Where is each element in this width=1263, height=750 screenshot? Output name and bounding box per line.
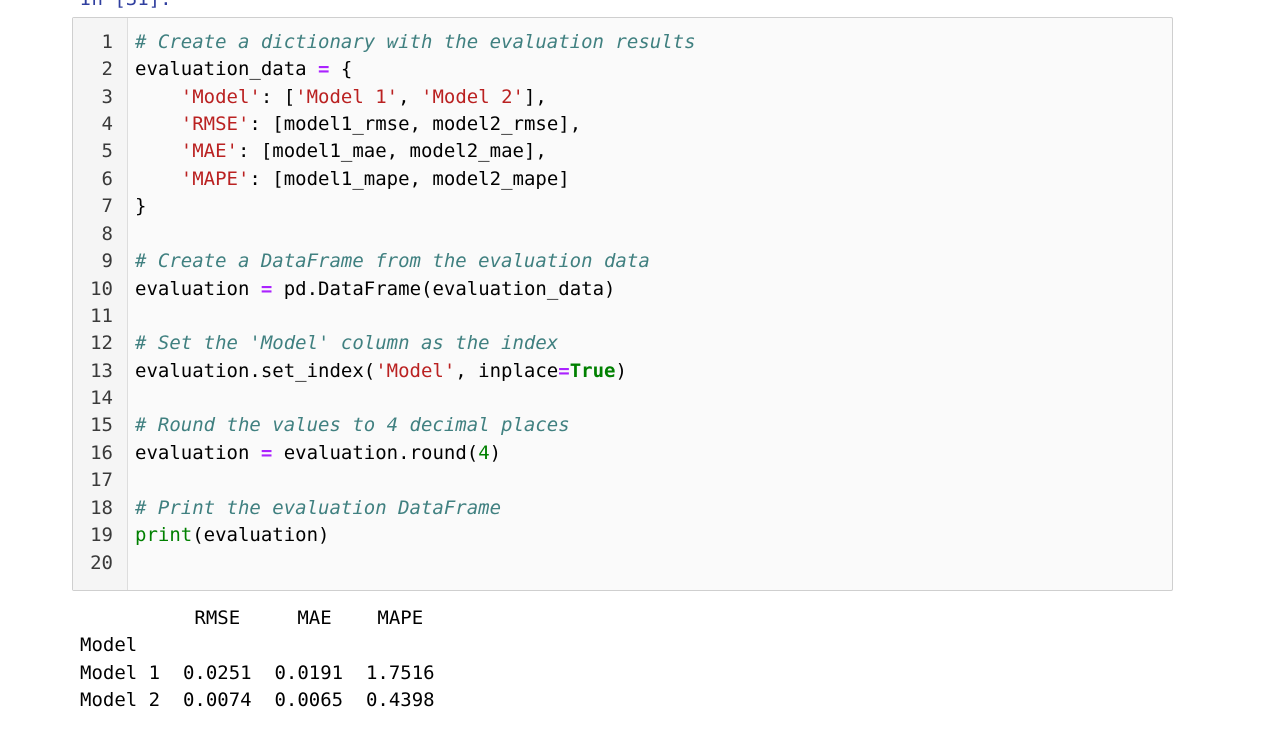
cell-prompt: In [31]: [80, 0, 172, 11]
code-text: evaluation.round( [272, 442, 479, 464]
code-string: 'Model 2' [421, 86, 524, 108]
code-string: 'MAPE' [180, 168, 250, 190]
code-text: : [model1_mae, model2_mae], [237, 140, 547, 162]
line-number: 5 [101, 140, 113, 162]
code-text: pd.DataFrame(evaluation_data) [272, 278, 616, 300]
code-comment: # Round the values to 4 decimal places [135, 414, 570, 436]
line-number: 13 [90, 360, 113, 382]
line-number: 18 [90, 497, 113, 519]
code-text: (evaluation) [192, 524, 330, 546]
code-text: : [model1_mape, model2_mape] [249, 168, 570, 190]
code-text: ) [489, 442, 502, 464]
line-number: 15 [90, 414, 113, 436]
line-number: 6 [101, 168, 113, 190]
code-line: } [135, 193, 146, 220]
code-string: 'RMSE' [180, 113, 250, 135]
output-row: Model 1 0.0251 0.0191 1.7516 [80, 662, 435, 684]
code-text: evaluation.set_index( [135, 360, 376, 382]
code-line: evaluation_data = { [135, 56, 352, 83]
line-number-gutter: 1 2 3 4 5 6 7 8 9 10 11 12 13 14 15 16 1… [73, 18, 128, 590]
line-number: 2 [101, 58, 113, 80]
code-line: evaluation.set_index('Model', inplace=Tr… [135, 358, 627, 385]
output-row: Model 2 0.0074 0.0065 0.4398 [80, 689, 435, 711]
code-line: 'Model': ['Model 1', 'Model 2'], [135, 84, 547, 111]
code-line: # Print the evaluation DataFrame [135, 495, 501, 522]
code-text: } [135, 195, 147, 217]
code-text: , [398, 86, 422, 108]
code-line: 'RMSE': [model1_rmse, model2_rmse], [135, 111, 581, 138]
line-number: 9 [101, 250, 113, 272]
line-number: 11 [90, 305, 113, 327]
code-line: evaluation = pd.DataFrame(evaluation_dat… [135, 276, 615, 303]
code-text: : [model1_rmse, model2_rmse], [249, 113, 582, 135]
line-number: 1 [101, 31, 113, 53]
line-number: 17 [90, 469, 113, 491]
line-number: 10 [90, 278, 113, 300]
line-number: 4 [101, 113, 113, 135]
code-text: , inplace [455, 360, 559, 382]
code-operator: = [260, 442, 273, 464]
code-line: # Create a dictionary with the evaluatio… [135, 29, 696, 56]
output-index-name: Model [80, 634, 138, 656]
code-string: 'Model 1' [295, 86, 399, 108]
code-text: ) [615, 360, 627, 382]
code-number: 4 [478, 442, 490, 464]
code-text: ], [523, 86, 547, 108]
code-text: evaluation_data [135, 58, 319, 80]
code-text: evaluation [135, 442, 261, 464]
line-number: 19 [90, 524, 113, 546]
code-line: print(evaluation) [135, 522, 329, 549]
code-cell[interactable]: 1 2 3 4 5 6 7 8 9 10 11 12 13 14 15 16 1… [72, 17, 1173, 591]
code-operator: = [318, 58, 330, 80]
code-operator: = [558, 360, 570, 382]
code-line: # Set the 'Model' column as the index [135, 330, 558, 357]
code-comment: # Create a DataFrame from the evaluation… [135, 250, 650, 272]
code-line: # Round the values to 4 decimal places [135, 412, 570, 439]
line-number: 14 [90, 387, 113, 409]
code-string: 'MAE' [180, 140, 238, 162]
line-number: 7 [101, 195, 113, 217]
line-number: 20 [90, 552, 113, 574]
code-text: evaluation [135, 278, 261, 300]
code-operator: = [260, 278, 273, 300]
line-number: 12 [90, 332, 113, 354]
code-line: # Create a DataFrame from the evaluation… [135, 248, 650, 275]
code-keyword: True [569, 360, 616, 382]
code-comment: # Print the evaluation DataFrame [135, 497, 502, 519]
code-builtin: print [135, 524, 193, 546]
code-line: 'MAE': [model1_mae, model2_mae], [135, 138, 547, 165]
code-line: evaluation = evaluation.round(4) [135, 440, 501, 467]
code-comment: # Set the 'Model' column as the index [135, 332, 559, 354]
line-number: 8 [101, 223, 113, 245]
code-text: : [ [260, 86, 296, 108]
code-string: 'Model' [375, 360, 456, 382]
line-number: 3 [101, 86, 113, 108]
code-string: 'Model' [180, 86, 261, 108]
line-number: 16 [90, 442, 113, 464]
code-line: 'MAPE': [model1_mape, model2_mape] [135, 166, 570, 193]
code-comment: # Create a dictionary with the evaluatio… [135, 31, 696, 53]
code-text: { [329, 58, 353, 80]
output-header: RMSE MAE MAPE [80, 607, 424, 629]
